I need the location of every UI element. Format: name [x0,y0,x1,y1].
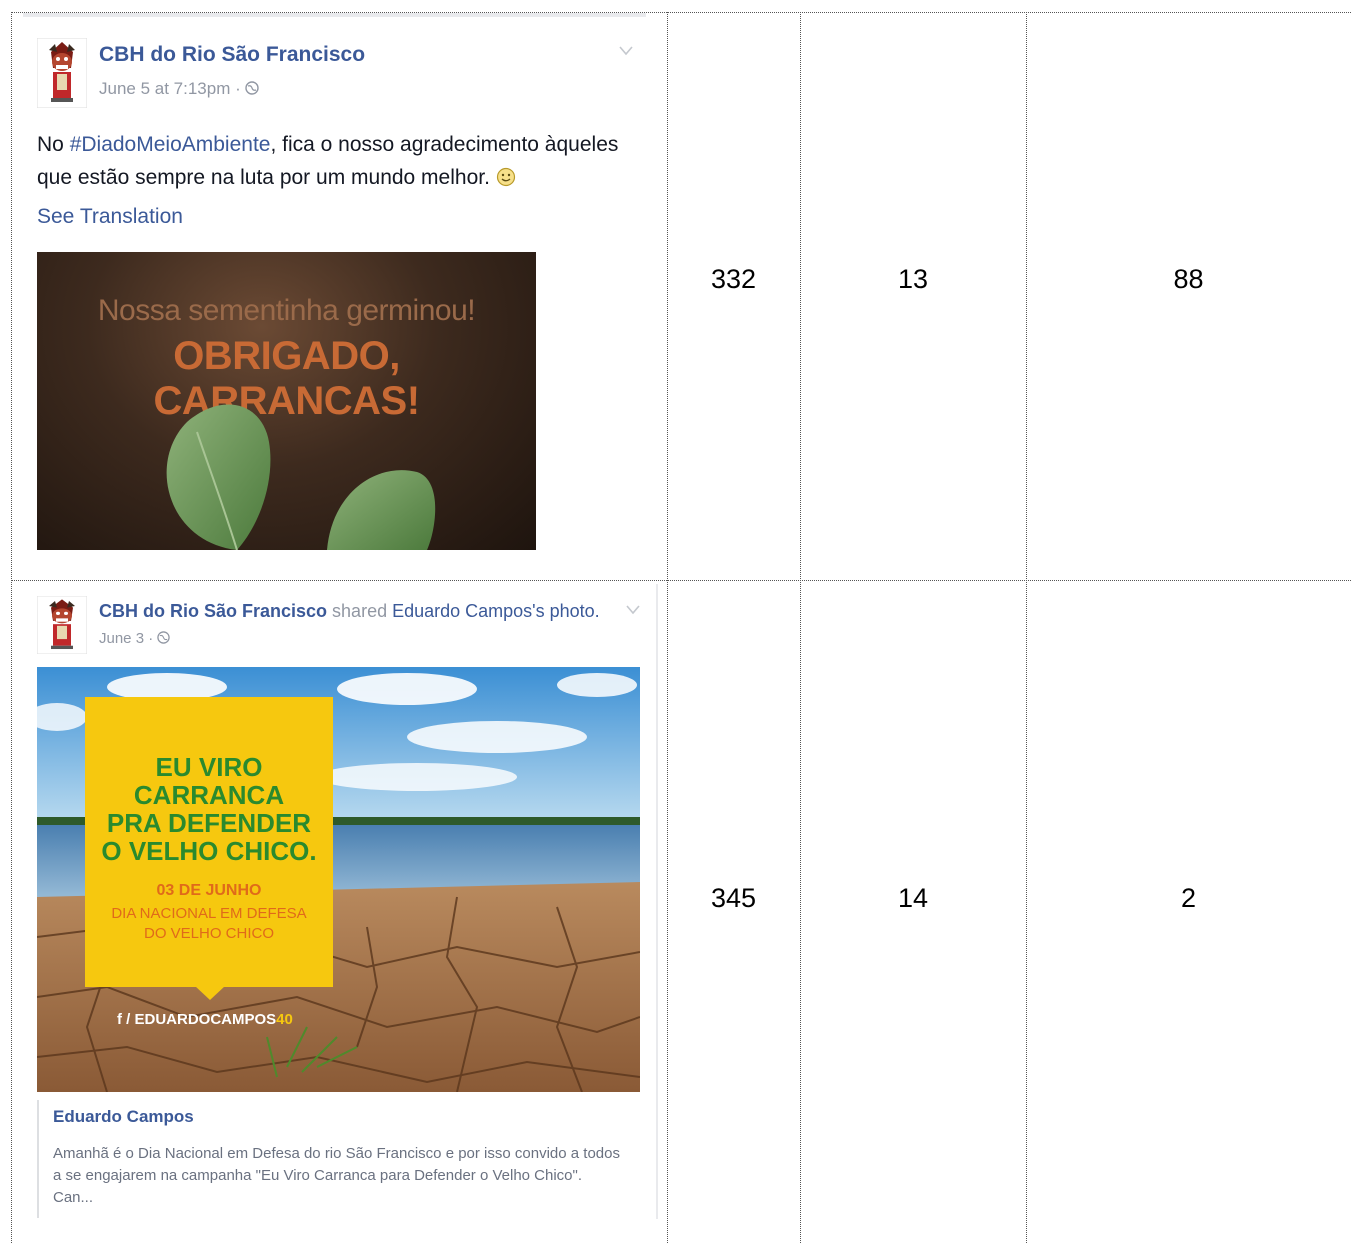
shared-photo[interactable]: EU VIRO CARRANCA PRA DEFENDER O VELHO CH… [37,667,640,1092]
sprout-leaves [166,404,436,550]
photo-hashtag-number: 40 [276,1011,293,1028]
post-photo[interactable]: Nossa sementinha germinou! OBRIGADO, CAR… [37,252,536,550]
photo-hashtag-text: f / EDUARDOCAMPOS [117,1011,277,1028]
shared-attachment: Eduardo Campos Amanhã é o Dia Nacional e… [37,1100,639,1218]
post-text-prefix: No [37,133,70,156]
post-meta: June 3 · [99,630,171,647]
post-timestamp[interactable]: June 3 · [99,630,157,647]
post-body: No #DiadoMeioAmbiente, fica o nosso agra… [37,128,637,194]
banner-title-line2: CARRANCA [133,780,285,810]
globe-icon [157,630,171,647]
post-header-line: CBH do Rio São Francisco shared Eduardo … [99,601,600,622]
row1-col3-value: 88 [1173,264,1204,294]
campaign-banner: EU VIRO CARRANCA PRA DEFENDER O VELHO CH… [85,697,333,987]
shared-description: Amanhã é o Dia Nacional em Defesa do rio… [53,1145,620,1206]
photo-hashtag: f / EDUARDOCAMPOS40 [117,1011,293,1028]
chevron-down-icon[interactable] [626,602,640,618]
see-translation-link[interactable]: See Translation [37,205,183,229]
facebook-shared-post: CBH do Rio São Francisco shared Eduardo … [23,584,658,1234]
row2-col3-value: 2 [1180,883,1197,913]
banner-title-line1: EU VIRO [155,752,263,782]
chevron-down-icon[interactable] [619,43,633,59]
shared-photo-link[interactable]: Eduardo Campos's photo. [392,601,600,621]
banner-title-line4: O VELHO CHICO. [101,836,317,866]
row1-col2-value: 13 [897,264,929,294]
row1-col1-value: 332 [710,264,757,294]
page-name-link[interactable]: CBH do Rio São Francisco [99,601,327,621]
row2-col1-value: 345 [710,883,757,913]
page-avatar[interactable] [36,37,88,109]
table-border-col3 [1026,12,1027,1243]
banner-date: 03 DE JUNHO [156,882,262,899]
post-top-bar [23,13,646,17]
hashtag-link[interactable]: #DiadoMeioAmbiente [70,133,271,156]
table-border-col2 [800,12,801,1243]
banner-sub-line2: DO VELHO CHICO [143,925,275,942]
shared-author-link[interactable]: Eduardo Campos [53,1107,194,1127]
shared-word: shared [327,601,393,621]
table-border-left [11,12,12,1243]
facebook-post: CBH do Rio São Francisco June 5 at 7:13p… [23,13,646,558]
table-border-col1 [667,12,668,1243]
post-right-border [656,584,658,1219]
post-timestamp[interactable]: June 5 at 7:13pm · [99,79,245,98]
banner-sub-line1: DIA NACIONAL EM DEFESA [111,905,307,922]
globe-icon [245,79,260,98]
table-row-divider [11,580,1351,581]
smiley-icon [496,166,516,189]
row2-col2-value: 14 [897,883,929,913]
page-name-link[interactable]: CBH do Rio São Francisco [99,43,365,67]
post-meta: June 5 at 7:13pm · [99,79,260,99]
banner-title-line3: PRA DEFENDER [106,808,312,838]
banner-pointer [195,986,225,1000]
page-avatar[interactable] [36,595,88,655]
